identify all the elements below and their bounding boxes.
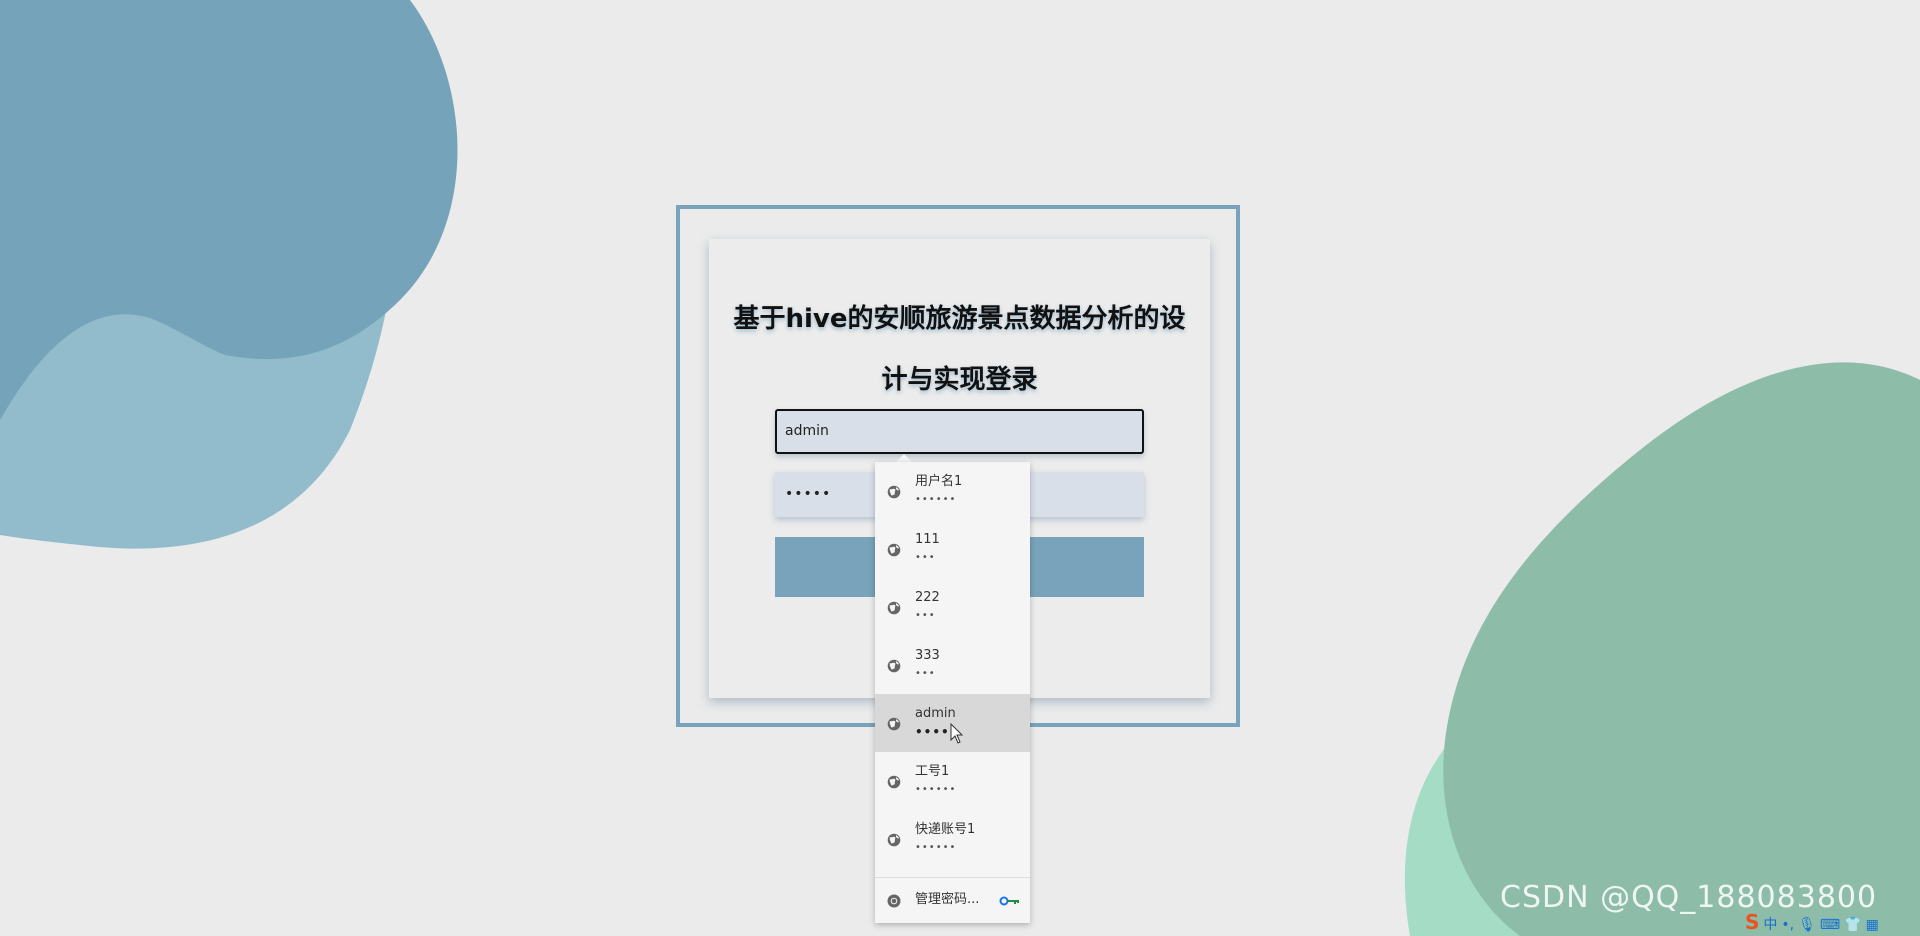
saved-credential-item[interactable]: 工号1 •••••• (875, 752, 1030, 810)
username-value: admin (785, 423, 829, 439)
mouse-cursor-icon (950, 723, 964, 744)
password-value: ••••• (785, 486, 832, 502)
saved-credential-item[interactable]: 333 ••• (875, 636, 1030, 694)
credential-masked-password: •••••• (915, 494, 957, 505)
saved-credential-item[interactable]: 用户名1 •••••• (875, 462, 1030, 520)
microphone-icon[interactable]: 🎙 (1798, 914, 1816, 936)
page: 基于hive的安顺旅游景点数据分析的设 计与实现登录 admin ••••• 快… (0, 0, 1920, 936)
globe-icon (887, 833, 901, 847)
saved-credential-item[interactable]: 快递账号1 •••••• (875, 810, 1030, 868)
decor-blob-top-left-dark (0, 0, 470, 420)
globe-icon (887, 717, 901, 731)
csdn-watermark: CSDN @QQ_188083800 (1500, 880, 1878, 915)
credential-masked-password: ••• (915, 668, 936, 679)
globe-icon (887, 485, 901, 499)
credential-username: 333 (915, 648, 940, 663)
globe-icon (887, 601, 901, 615)
credential-username: 快递账号1 (915, 822, 976, 837)
password-autofill-dropdown[interactable]: 快递账号1 •••••• 工号1 •••••• admin ••••• 333 ••• 222 •… (875, 462, 1030, 923)
globe-icon (887, 543, 901, 557)
credential-username: 111 (915, 532, 940, 547)
ime-toolbar[interactable]: S 中 •, 🎙 ⌨ 👕 ▦ (1745, 911, 1920, 933)
globe-icon (887, 775, 901, 789)
ime-punctuation-toggle[interactable]: •, (1781, 914, 1794, 936)
manage-passwords-label: 管理密码... (915, 892, 980, 907)
globe-icon (887, 659, 901, 673)
credential-masked-password: •••••• (915, 784, 957, 795)
key-icon (999, 896, 1019, 906)
credential-masked-password: ••• (915, 552, 936, 563)
username-input[interactable]: admin (775, 409, 1144, 454)
credential-username: 222 (915, 590, 940, 605)
grid-menu-icon[interactable]: ▦ (1866, 914, 1879, 936)
saved-credential-item[interactable]: 222 ••• (875, 578, 1030, 636)
skin-icon[interactable]: 👕 (1844, 914, 1861, 936)
credential-masked-password: ••• (915, 610, 936, 621)
credential-username: admin (915, 706, 956, 721)
saved-credential-item[interactable]: 111 ••• (875, 520, 1030, 578)
page-title-line-1: 基于hive的安顺旅游景点数据分析的设 (733, 304, 1186, 334)
chrome-icon (887, 894, 901, 908)
credential-username: 工号1 (915, 764, 950, 779)
decor-blob-bottom-right-green (1440, 360, 1920, 936)
keyboard-icon[interactable]: ⌨ (1820, 914, 1840, 936)
ime-mode-toggle[interactable]: 中 (1763, 914, 1777, 936)
dropdown-caret (896, 454, 912, 462)
page-title: 基于hive的安顺旅游景点数据分析的设 计与实现登录 (729, 289, 1190, 411)
manage-passwords-item[interactable]: 管理密码... (875, 878, 1030, 923)
credential-masked-password: •••••• (915, 842, 957, 853)
page-title-line-2: 计与实现登录 (881, 365, 1038, 395)
credential-username: 用户名1 (915, 474, 963, 489)
ime-logo[interactable]: S (1745, 911, 1759, 933)
